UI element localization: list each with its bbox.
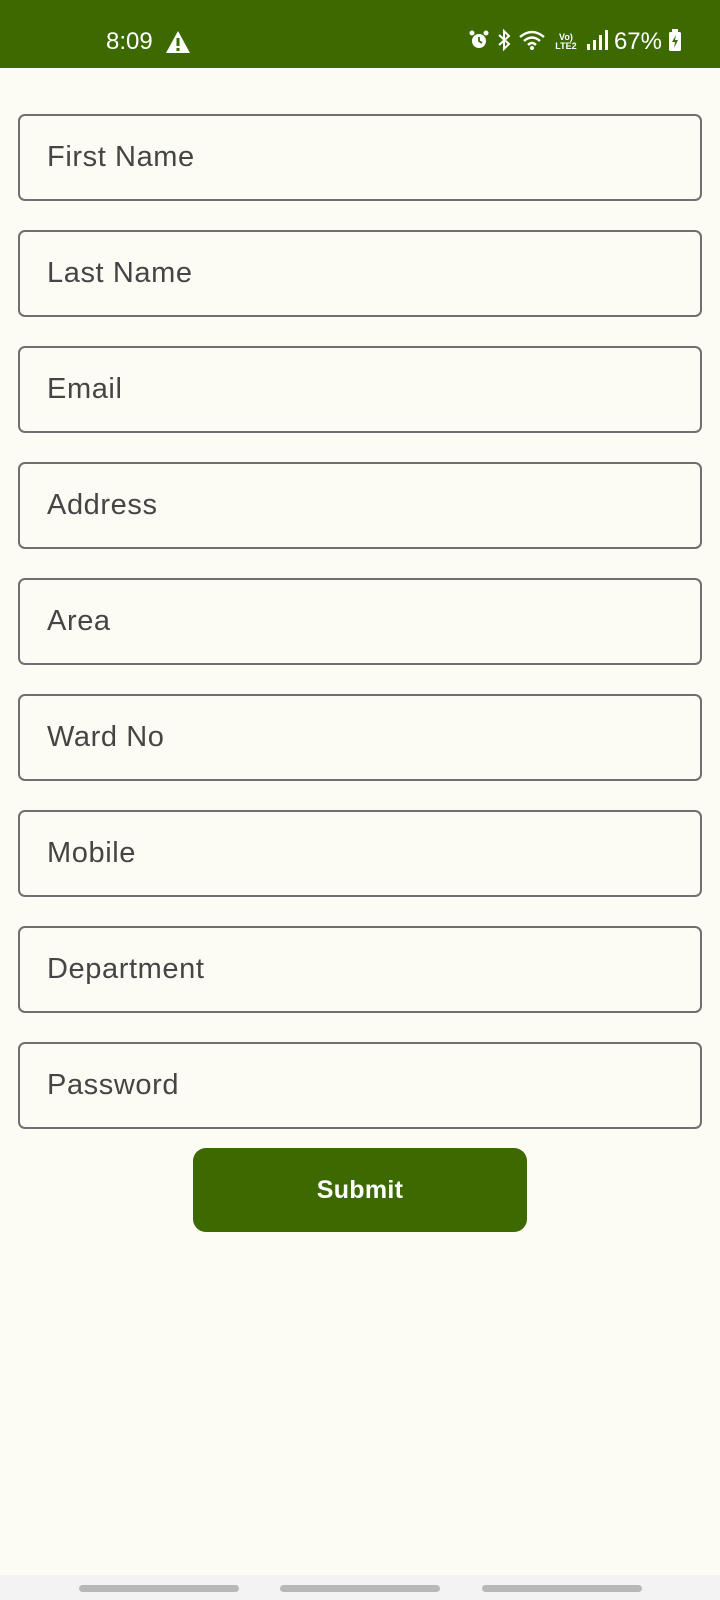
status-time: 8:09: [106, 28, 153, 55]
first-name-field[interactable]: First Name: [18, 114, 702, 201]
signal-icon: [586, 29, 608, 56]
area-placeholder: Area: [47, 605, 111, 637]
status-bar: 8:09 Vo) LTE2 67%: [0, 0, 720, 68]
mobile-placeholder: Mobile: [47, 837, 137, 869]
battery-icon: [668, 28, 682, 57]
password-field[interactable]: Password: [18, 1042, 702, 1129]
last-name-placeholder: Last Name: [47, 257, 193, 289]
ward-no-field[interactable]: Ward No: [18, 694, 702, 781]
alarm-icon: [468, 29, 490, 56]
status-icons: Vo) LTE2 67%: [468, 27, 682, 57]
registration-form: First Name Last Name Email Address Area …: [18, 114, 702, 1158]
nav-back-handle[interactable]: [482, 1585, 642, 1592]
navigation-bar: [0, 1575, 720, 1600]
submit-button[interactable]: Submit: [193, 1148, 527, 1232]
nav-home-handle[interactable]: [280, 1585, 440, 1592]
bluetooth-icon: [496, 28, 512, 57]
ward-no-placeholder: Ward No: [47, 721, 165, 753]
password-placeholder: Password: [47, 1069, 180, 1101]
wifi-icon: [518, 29, 546, 56]
mobile-field[interactable]: Mobile: [18, 810, 702, 897]
department-field[interactable]: Department: [18, 926, 702, 1013]
address-field[interactable]: Address: [18, 462, 702, 549]
email-placeholder: Email: [47, 373, 123, 405]
email-field[interactable]: Email: [18, 346, 702, 433]
first-name-placeholder: First Name: [47, 141, 195, 173]
lte-icon: Vo) LTE2: [555, 32, 577, 51]
last-name-field[interactable]: Last Name: [18, 230, 702, 317]
department-placeholder: Department: [47, 953, 205, 985]
address-placeholder: Address: [47, 489, 158, 521]
area-field[interactable]: Area: [18, 578, 702, 665]
warning-icon: [165, 30, 191, 54]
nav-recents-handle[interactable]: [79, 1585, 239, 1592]
battery-percent: 67%: [613, 28, 662, 55]
